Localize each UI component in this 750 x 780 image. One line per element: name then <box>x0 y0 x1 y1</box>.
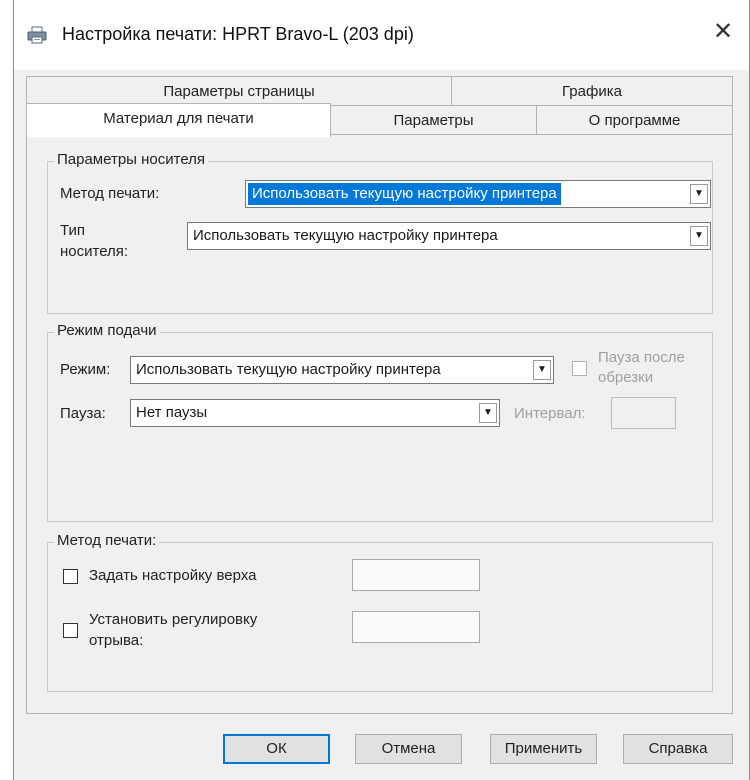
mode-value: Использовать текущую настройку принтера <box>136 361 441 378</box>
title-bar: Настройка печати: HPRT Bravo-L (203 dpi)… <box>14 0 749 70</box>
ok-button[interactable]: ОК <box>223 734 330 764</box>
printer-icon <box>27 26 47 44</box>
media-type-select[interactable]: Использовать текущую настройку принтера … <box>187 222 711 250</box>
tab-page-params[interactable]: Параметры страницы <box>26 76 452 106</box>
tab-about[interactable]: О программе <box>536 105 733 135</box>
chevron-down-icon[interactable]: ▼ <box>479 403 497 423</box>
interval-input[interactable] <box>611 397 676 429</box>
print-method-select[interactable]: Использовать текущую настройку принтера … <box>245 180 711 208</box>
chevron-down-icon[interactable]: ▼ <box>690 184 708 204</box>
media-type-label-2: носителя: <box>60 243 129 260</box>
chevron-down-icon[interactable]: ▼ <box>533 360 551 380</box>
tab-parameters[interactable]: Параметры <box>330 105 537 135</box>
media-type-label-1: Тип <box>60 222 86 239</box>
chevron-down-icon[interactable]: ▼ <box>690 226 708 246</box>
media-params-legend: Параметры носителя <box>54 151 209 168</box>
tab-page-media: Параметры носителя Метод печати: Использ… <box>26 134 733 714</box>
feed-mode-legend: Режим подачи <box>54 322 160 339</box>
set-top-input[interactable] <box>352 559 480 591</box>
print-settings-dialog: Настройка печати: HPRT Bravo-L (203 dpi)… <box>13 0 750 780</box>
pause-value: Нет паузы <box>136 404 208 421</box>
media-type-value: Использовать текущую настройку принтера <box>193 227 498 244</box>
print-method-legend: Метод печати: <box>54 532 160 549</box>
apply-button[interactable]: Применить <box>490 734 597 764</box>
help-button[interactable]: Справка <box>623 734 733 764</box>
tear-adjust-input[interactable] <box>352 611 480 643</box>
pause-after-cut-checkbox[interactable] <box>572 361 587 376</box>
mode-select[interactable]: Использовать текущую настройку принтера … <box>130 356 554 384</box>
set-top-checkbox[interactable] <box>63 569 78 584</box>
pause-label: Пауза: <box>60 405 106 422</box>
pause-after-cut-label-2: обрезки <box>598 369 654 386</box>
tab-media[interactable]: Материал для печати <box>26 103 331 137</box>
mode-label: Режим: <box>60 361 111 378</box>
window-title: Настройка печати: HPRT Bravo-L (203 dpi) <box>62 24 414 44</box>
pause-select[interactable]: Нет паузы ▼ <box>130 399 500 427</box>
tear-adjust-checkbox[interactable] <box>63 623 78 638</box>
pause-after-cut-label-1: Пауза после <box>598 349 685 366</box>
print-method-label: Метод печати: <box>60 185 160 202</box>
print-method-value: Использовать текущую настройку принтера <box>248 183 561 205</box>
cancel-button[interactable]: Отмена <box>355 734 462 764</box>
set-top-label: Задать настройку верха <box>89 567 257 584</box>
tab-graphics[interactable]: Графика <box>451 76 733 106</box>
tear-adjust-label-1: Установить регулировку <box>89 611 258 628</box>
close-icon[interactable]: ✕ <box>713 20 733 44</box>
tear-adjust-label-2: отрыва: <box>89 632 144 649</box>
interval-label: Интервал: <box>514 405 586 422</box>
